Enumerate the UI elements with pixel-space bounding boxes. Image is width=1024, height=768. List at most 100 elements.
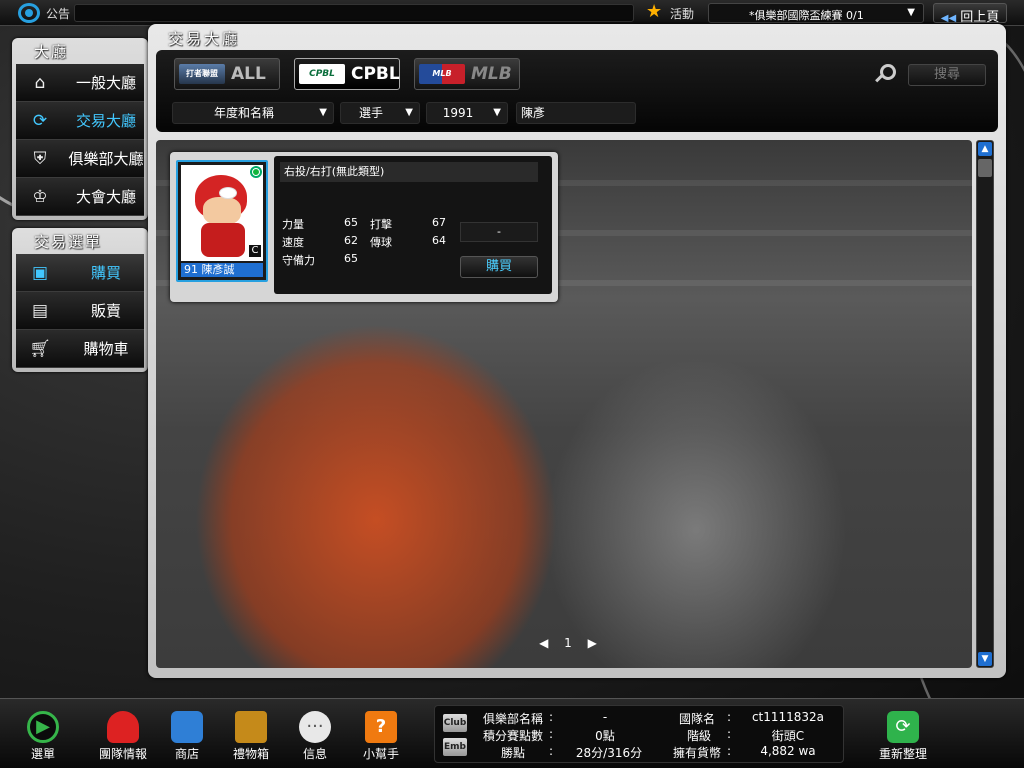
avatar-bow: [219, 187, 237, 199]
sidebar-item-buy[interactable]: ▣ 購買: [16, 254, 144, 292]
gift-icon: [235, 711, 267, 743]
back-button-label: 回上頁: [960, 10, 1000, 25]
club-emblem-icon: Club: [443, 714, 467, 732]
price-field: -: [460, 222, 538, 242]
scroll-thumb[interactable]: [978, 159, 992, 177]
stat-value-defense: 65: [344, 252, 358, 265]
colon-separator: :: [549, 710, 554, 724]
sidebar-item-label: 大會大廳: [75, 188, 136, 206]
sort-select[interactable]: 年度和名稱 ▼: [172, 102, 334, 124]
messages-button-label: 信息: [302, 747, 327, 761]
club-name-label: 俱樂部名稱: [483, 712, 544, 726]
event-select[interactable]: *俱樂部國際盃練賽 0/1 ▼: [708, 3, 924, 23]
club-info-panel: Club Emb 俱樂部名稱 : - 積分賽點數 : 0點 勝點 : 28分/3…: [434, 705, 844, 763]
stat-label-defense: 守備力: [282, 254, 315, 267]
star-icon: ★: [646, 1, 663, 22]
sidebar-item-trade-lobby[interactable]: ⟳ 交易大廳: [16, 102, 144, 140]
throw-bat-hand: 右投/右打(無此類型): [280, 162, 538, 182]
gift-box-button[interactable]: 禮物箱: [216, 707, 286, 767]
money-value: 4,882 wa: [760, 744, 816, 758]
refresh-icon: ⟳: [887, 711, 919, 743]
search-button[interactable]: 搜尋: [908, 64, 986, 86]
tab-label: MLB: [471, 64, 512, 84]
stat-label-speed: 速度: [282, 236, 304, 249]
chevron-down-icon: ▼: [907, 7, 915, 18]
bottom-bar: ▶ 選單 團隊情報 商店 禮物箱 ··· 信息 ? 小幫手 Club Emb 俱…: [0, 698, 1024, 768]
sidebar-item-sell[interactable]: ▤ 販賣: [16, 292, 144, 330]
chevron-down-icon: ▼: [493, 107, 501, 118]
refresh-button-label: 重新整理: [878, 747, 927, 761]
results-area: C 91 陳彥誠 右投/右打(無此類型) 力量 65 打擊 67 速度 62 傳…: [156, 140, 972, 668]
double-chevron-left-icon: ◀◀: [940, 13, 957, 24]
chevron-down-icon: ▼: [319, 107, 327, 118]
club-name-value: -: [602, 710, 608, 724]
notice-label: 公告: [46, 7, 71, 21]
scroll-down-icon[interactable]: ▼: [978, 652, 992, 666]
sidebar-item-label: 俱樂部大廳: [68, 150, 144, 168]
team-info-button[interactable]: 團隊情報: [88, 707, 158, 767]
stat-label-batting: 打擊: [370, 218, 392, 231]
lobby-menu-title: 大廳: [34, 43, 69, 61]
stat-value-throwing: 64: [432, 234, 446, 247]
sidebar-item-cart[interactable]: 🛒︎ 購物車: [16, 330, 144, 368]
notice-ticker: [74, 4, 634, 22]
next-page-icon[interactable]: ▶: [588, 636, 597, 650]
tab-all[interactable]: 打者聯盟 ALL: [174, 58, 280, 90]
year-select[interactable]: 1991 ▼: [426, 102, 508, 124]
sidebar-item-tournament-lobby[interactable]: ♔ 大會大廳: [16, 178, 144, 216]
search-icon[interactable]: [880, 64, 896, 80]
event-select-value: *俱樂部國際盃練賽 0/1: [749, 9, 864, 22]
emblem-icon: Emb: [443, 738, 467, 756]
player-card[interactable]: C 91 陳彥誠 右投/右打(無此類型) 力量 65 打擊 67 速度 62 傳…: [170, 152, 558, 302]
results-scrollbar[interactable]: ▲ ▼: [976, 140, 994, 668]
tab-mlb[interactable]: MLB MLB: [414, 58, 520, 90]
refresh-icon: ⟳: [32, 111, 48, 131]
notice-icon: [18, 3, 40, 23]
page-number: 1: [564, 636, 572, 650]
tab-cpbl[interactable]: CPBL CPBL: [294, 58, 400, 90]
tab-label: CPBL: [351, 64, 400, 84]
league-logo-cpbl: CPBL: [299, 64, 345, 84]
sort-select-value: 年度和名稱: [213, 106, 274, 120]
helper-button[interactable]: ? 小幫手: [346, 707, 416, 767]
points-value: 0點: [595, 729, 615, 743]
type-select[interactable]: 選手 ▼: [340, 102, 420, 124]
back-button[interactable]: ◀◀ 回上頁: [933, 3, 1007, 25]
menu-button-label: 選單: [30, 747, 55, 761]
sidebar-item-label: 購買: [90, 264, 121, 282]
menu-button[interactable]: ▶ 選單: [8, 707, 78, 767]
lobby-menu: 大廳 ⌂ 一般大廳 ⟳ 交易大廳 ⛨ 俱樂部大廳 ♔ 大會大廳: [12, 38, 148, 220]
stat-value-power: 65: [344, 216, 358, 229]
scroll-up-icon[interactable]: ▲: [978, 142, 992, 156]
page-title: 交易大廳: [168, 30, 241, 48]
home-icon: ⌂: [34, 73, 46, 93]
year-select-value: 1991: [442, 106, 474, 120]
colon-separator: :: [727, 727, 732, 741]
colon-separator: :: [727, 710, 732, 724]
rank-label: 階級: [687, 729, 712, 743]
grade-badge: C: [248, 244, 262, 258]
trade-menu-title: 交易選單: [34, 233, 103, 251]
sidebar-item-club-lobby[interactable]: ⛨ 俱樂部大廳: [16, 140, 144, 178]
helper-button-label: 小幫手: [362, 747, 399, 761]
tab-label: ALL: [231, 64, 266, 84]
play-icon: ▶: [27, 711, 59, 743]
messages-button[interactable]: ··· 信息: [280, 707, 350, 767]
stat-value-batting: 67: [432, 216, 446, 229]
stat-label-throwing: 傳球: [370, 236, 392, 249]
player-portrait[interactable]: C 91 陳彥誠: [176, 160, 268, 282]
shop-button[interactable]: 商店: [152, 707, 222, 767]
trade-lobby-panel: 交易大廳 打者聯盟 ALL CPBL CPBL MLB MLB 搜尋 年度和名稱…: [148, 24, 1006, 678]
sell-card-icon: ▤: [31, 301, 49, 321]
stat-value-speed: 62: [344, 234, 358, 247]
sidebar-item-general-lobby[interactable]: ⌂ 一般大廳: [16, 64, 144, 102]
refresh-button[interactable]: ⟳ 重新整理: [866, 707, 940, 767]
buy-button[interactable]: 購買: [460, 256, 538, 278]
name-search-input[interactable]: 陳彥: [516, 102, 636, 124]
player-stats-box: 右投/右打(無此類型) 力量 65 打擊 67 速度 62 傳球 64 守備力 …: [274, 156, 552, 294]
sidebar-item-label: 購物車: [83, 340, 129, 358]
trophy-icon: ♔: [32, 187, 48, 207]
prev-page-icon[interactable]: ◀: [539, 636, 548, 650]
chevron-down-icon: ▼: [405, 107, 413, 118]
question-icon: ?: [365, 711, 397, 743]
